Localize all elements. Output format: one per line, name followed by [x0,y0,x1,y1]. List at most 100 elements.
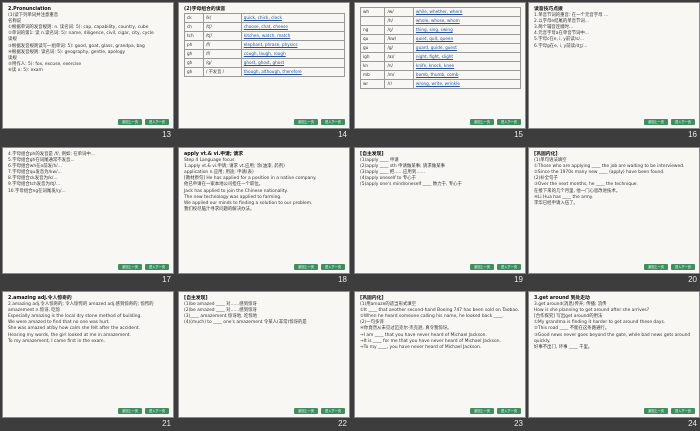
slide-nav-buttons: 返回上一页 进入下一页 [470,264,521,270]
slide-preview: apply vt.& vi.申请; 请求 Step 4 Language focu… [178,147,350,274]
table-cell: night, fight, slight [412,52,522,62]
prev-page-button[interactable]: 返回上一页 [644,408,668,414]
next-page-button[interactable]: 进入下一页 [497,408,521,414]
table-cell: quick, chick, clock [240,13,346,24]
table-cell: bomb, thumb, comb [412,70,522,80]
slide-text-line: 李华已经申请入伍了。 [534,200,578,206]
next-page-button[interactable]: 进入下一页 [497,264,521,270]
table-cell: / 不发音 / [203,67,242,78]
prev-page-button[interactable]: 返回上一页 [294,408,318,414]
slide-text-line: 好事不出门, 坏事 ____ 千里。 [534,344,593,350]
phonics-table: ck/k/quick, chick, clock ch/tʃ/choose, ch… [184,13,346,78]
slide-content: 2.amazing adj.令人惊奇的 2.amazing adj.令人惊奇的; … [8,296,169,403]
slide-content: 3.get around 到处走动 3.get around(消息)传开; 传播;… [534,296,695,403]
slide-nav-buttons: 返回上一页 进入下一页 [294,408,345,414]
table-cell: while, whether, where [412,7,522,17]
table-cell: ck [184,13,204,24]
table-cell: /tʃ/ [203,31,242,42]
slide-nav-buttons: 返回上一页 进入下一页 [118,119,169,125]
table-cell: /g/ [203,58,242,69]
slide-thumbnail-21[interactable]: 2.amazing adj.令人惊奇的 2.amazing adj.令人惊奇的; … [2,291,174,431]
next-page-button[interactable]: 进入下一页 [497,119,521,125]
slide-thumbnail-22[interactable]: [自主发现] (1)be amazed ____ 对……感到惊讶 (2)be ama… [178,291,350,431]
table-row: wh/w/while, whether, where [359,7,522,17]
slide-nav-buttons: 返回上一页 进入下一页 [294,264,345,270]
table-cell: /g/ [384,43,414,53]
prev-page-button[interactable]: 返回上一页 [118,408,142,414]
prev-page-button[interactable]: 返回上一页 [118,264,142,270]
prev-page-button[interactable]: 返回上一页 [470,119,494,125]
slide-thumbnail-20[interactable]: [巩固内化] (1)单句语法填空 ①Those who are applying _… [528,147,700,287]
table-cell: quiet, quit, queen [412,34,522,44]
table-cell: qu [359,34,386,44]
slide-text-line: To my amazement, I came first in the exa… [8,338,105,344]
table-cell: wrong, write, wrinkle [412,79,522,89]
slide-text-line: ③根据发音规则读写一组单词: 5): good, goat, glass, gr… [8,43,145,49]
table-cell: gh [184,49,204,60]
slide-number: 19 [514,275,523,284]
slide-thumbnail-23[interactable]: [巩固内化] (1)用amaze的适当形式填空 ①It ____ that anot… [354,291,526,431]
slide-thumbnail-17[interactable]: 4.字母组合ph的发音是 /f/, 例如: 在单词中... 5.字母组合gh在词尾… [2,147,174,287]
slide-preview: 3.get around 到处走动 3.get around(消息)传开; 传播;… [528,291,700,418]
table-row: /h/whole, whose, whom [359,16,522,26]
slide-number: 23 [514,419,523,428]
slide-text-line: 10.字母组合ng在词尾发/ŋ/... [8,188,66,194]
slide-content: [巩固内化] (1)单句语法填空 ①Those who are applying _… [534,152,695,259]
slide-number: 16 [688,130,697,139]
table-cell: /f/ [203,49,242,60]
table-row: gh/f/cough, laugh, rough [184,49,346,60]
slide-content: [巩固内化] (1)用amaze的适当形式填空 ①It ____ that anot… [360,296,521,403]
slide-number: 17 [162,275,171,284]
table-cell: /aɪ/ [384,52,414,62]
slide-preview: 2.Pronunciation (1)读下列单词并注意重音 名称说 ①根据单词的发音规… [2,2,174,129]
slide-thumbnail-24[interactable]: 3.get around 到处走动 3.get around(消息)传开; 传播;… [528,291,700,431]
slide-nav-buttons: 返回上一页 进入下一页 [118,408,169,414]
slide-number: 20 [688,275,697,284]
table-row: ch/tʃ/choose, chat, cheese [184,22,346,33]
next-page-button[interactable]: 进入下一页 [145,119,169,125]
prev-page-button[interactable]: 返回上一页 [294,119,318,125]
prev-page-button[interactable]: 返回上一页 [470,264,494,270]
table-cell: choose, chat, cheese [240,22,346,33]
slide-text-line: 我们绞尽脑汁寻求问题的解决办法。 [184,206,255,212]
slide-thumbnail-15[interactable]: wh/w/while, whether, where/h/whole, whos… [354,2,526,142]
slide-thumbnail-14[interactable]: (2)字母组合的读音 ck/k/quick, chick, clock ch/tʃ/… [178,2,350,142]
slide-text-line: →To my ____, you have never heard of Mic… [360,344,482,350]
prev-page-button[interactable]: 返回上一页 [470,408,494,414]
next-page-button[interactable]: 进入下一页 [321,408,345,414]
next-page-button[interactable]: 进入下一页 [145,264,169,270]
table-cell: mb [359,70,386,80]
slide-thumbnail-16[interactable]: 读音技巧点拨 1.单音节词的重音: 在一个元音字母 ... 2.以字母e结尾的单音节… [528,2,700,142]
table-cell: gh [184,58,204,69]
prev-page-button[interactable]: 返回上一页 [644,264,668,270]
slide-preview: 2.amazing adj.令人惊奇的 2.amazing adj.令人惊奇的; … [2,291,174,418]
table-cell: though, although, therefore [240,67,346,78]
next-page-button[interactable]: 进入下一页 [321,264,345,270]
table-cell: /k/ [203,13,242,24]
slide-number: 21 [162,419,171,428]
table-cell: /kw/ [384,34,414,44]
table-cell: /f/ [203,40,242,51]
next-page-button[interactable]: 进入下一页 [671,119,695,125]
prev-page-button[interactable]: 返回上一页 [644,119,668,125]
prev-page-button[interactable]: 返回上一页 [294,264,318,270]
next-page-button[interactable]: 进入下一页 [145,408,169,414]
slide-content: 2.Pronunciation (1)读下列单词并注意重音 名称说 ①根据单词的发音规… [8,7,169,114]
slide-preview: 4.字母组合ph的发音是 /f/, 例如: 在单词中... 5.字母组合gh在词尾… [2,147,174,274]
table-row: gh / 不发音 / though, although, therefore [184,67,346,78]
table-cell: ng [359,25,386,35]
slide-nav-buttons: 返回上一页 进入下一页 [118,264,169,270]
next-page-button[interactable]: 进入下一页 [671,264,695,270]
slide-text-line: (5)apply one's mind/oneself ____ 致力于, 专心… [360,182,462,188]
slide-thumbnail-19[interactable]: [自主发现] (1)apply ____ 申请 (2)apply ____ sth … [354,147,526,287]
table-cell: guard, guide, guest [412,43,522,53]
table-row: ck/k/quick, chick, clock [184,13,346,24]
slide-thumbnail-13[interactable]: 2.Pronunciation (1)读下列单词并注意重音 名称说 ①根据单词的发音规… [2,2,174,142]
table-cell: tch [184,31,204,42]
slide-thumbnail-18[interactable]: apply vt.& vi.申请; 请求 Step 4 Language focu… [178,147,350,287]
slide-nav-buttons: 返回上一页 进入下一页 [470,408,521,414]
slide-content: wh/w/while, whether, where/h/whole, whos… [359,7,522,114]
next-page-button[interactable]: 进入下一页 [321,119,345,125]
prev-page-button[interactable]: 返回上一页 [118,119,142,125]
next-page-button[interactable]: 进入下一页 [671,408,695,414]
